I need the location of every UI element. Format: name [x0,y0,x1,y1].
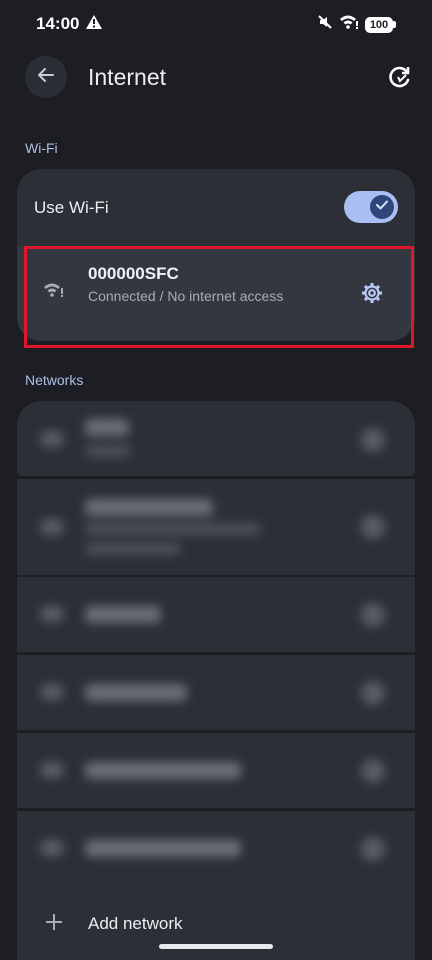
check-icon [375,198,389,216]
refresh-icon [387,64,413,95]
warning-icon [86,15,102,34]
highlight-box [24,246,414,348]
plus-icon [44,912,64,937]
network-list-item[interactable] [17,655,415,730]
back-button[interactable] [25,56,67,98]
status-icons: 100 [317,14,396,35]
home-indicator[interactable] [159,944,273,949]
use-wifi-label: Use Wi-Fi [34,198,109,217]
toggle-thumb [370,195,394,219]
mute-icon [317,14,333,35]
add-network-label: Add network [88,914,183,933]
use-wifi-row[interactable]: Use Wi-Fi [17,169,415,243]
network-list-item[interactable] [17,401,415,476]
network-list-item[interactable] [17,811,415,886]
wifi-section-label: Wi-Fi [25,140,58,156]
battery-level: 100 [365,16,393,33]
networks-section-label: Networks [25,372,84,388]
status-time: 14:00 [36,14,80,33]
page-title: Internet [88,64,166,90]
network-list-item[interactable] [17,577,415,652]
wifi-alert-icon [339,14,359,35]
network-list-item[interactable] [17,733,415,808]
network-list-item[interactable] [17,479,415,575]
networks-list [17,401,415,960]
arrow-left-icon [36,65,56,90]
app-bar: Internet [0,56,432,100]
use-wifi-toggle[interactable] [344,191,398,223]
refresh-button[interactable] [384,63,416,95]
battery-icon: 100 [365,16,396,33]
status-bar: 14:00 100 [0,0,432,48]
